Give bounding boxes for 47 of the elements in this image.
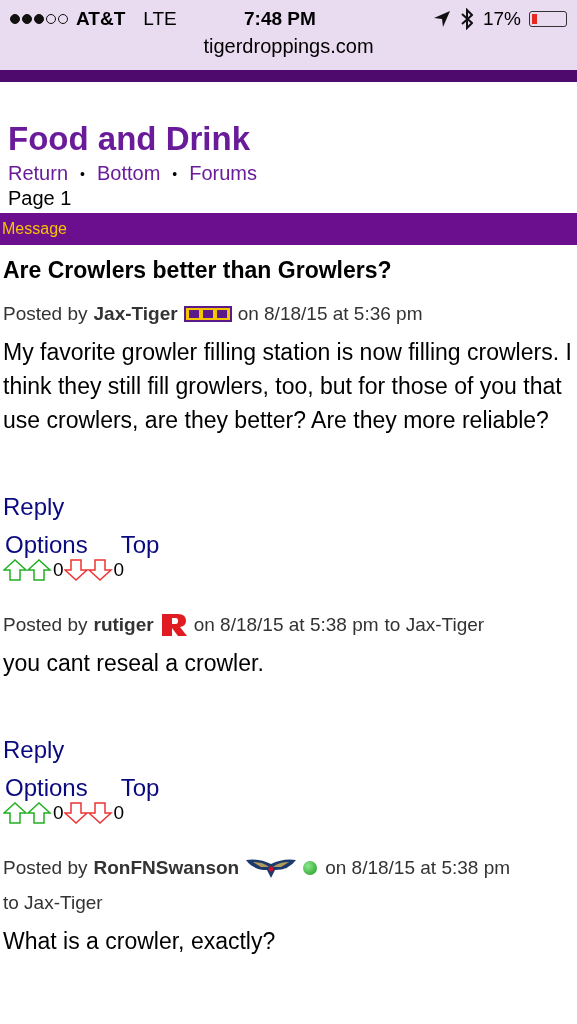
battery-icon (529, 11, 567, 27)
reply-link[interactable]: Reply (3, 493, 65, 520)
posted-by-label: Posted by (3, 856, 88, 878)
author-name[interactable]: Jax-Tiger (93, 303, 178, 324)
network-type: LTE (143, 8, 177, 30)
posted-by-label: Posted by (3, 303, 88, 324)
options-link[interactable]: Options (5, 773, 88, 802)
section-header: Message (0, 213, 577, 245)
thumbs-up-arrows-icon[interactable] (3, 559, 53, 581)
post-body: What is a crowler, exactly? (3, 926, 277, 956)
battery-percent: 17% (482, 8, 521, 30)
author-name[interactable]: RonFNSwanson (93, 856, 240, 878)
address-bar-url[interactable]: tigerdroppings.com (0, 35, 577, 58)
nav-link[interactable]: Forums (189, 162, 257, 185)
reply-link[interactable]: Reply (3, 735, 65, 763)
thread-title: Are Crowlers better than Growlers? (3, 257, 393, 284)
post-date: on 8/18/15 at 5:38 pm (325, 855, 511, 880)
downvote-count: 0 (113, 559, 125, 581)
upvote-count: 0 (53, 801, 64, 824)
thumbs-down-arrows-icon[interactable] (63, 801, 114, 824)
posted-by-label: Posted by (3, 613, 88, 635)
separator-dot: • (80, 165, 85, 182)
page-number: Page 1 (8, 187, 73, 210)
nav-link[interactable]: Return (8, 162, 69, 185)
top-link[interactable]: Top (120, 773, 160, 802)
separator-dot: • (172, 165, 178, 182)
downvote-count: 0 (113, 801, 125, 824)
post-body: My favorite growler filling station is now filling crowlers. I think they still fill growlers, too, but for those of you that use crowlers, are they better? Are they more reliable? (3, 338, 573, 435)
team-logo-icon (183, 305, 232, 323)
reply-to-label: to Jax-Tiger (3, 890, 103, 915)
options-link[interactable]: Options (5, 531, 88, 559)
bluetooth-icon (460, 8, 473, 30)
post-date: on 8/18/15 at 5:36 pm (237, 302, 423, 326)
post-body: you cant reseal a crowler. (3, 648, 265, 678)
thumbs-up-arrows-icon[interactable] (3, 801, 53, 824)
board-title: Food and Drink (8, 120, 251, 158)
author-name[interactable]: rutiger (93, 613, 154, 635)
location-arrow-icon (432, 10, 451, 28)
clock-time: 7:48 PM (244, 8, 316, 30)
upvote-count: 0 (53, 559, 64, 581)
thumbs-down-arrows-icon[interactable] (63, 559, 114, 581)
nav-link[interactable]: Bottom (96, 162, 161, 185)
post-date: on 8/18/15 at 5:38 pm (193, 612, 379, 637)
top-link[interactable]: Top (120, 531, 160, 559)
carrier-name: AT&T (76, 8, 126, 30)
reply-to-label: to Jax-Tiger (384, 612, 485, 637)
team-logo-icon (159, 611, 188, 638)
